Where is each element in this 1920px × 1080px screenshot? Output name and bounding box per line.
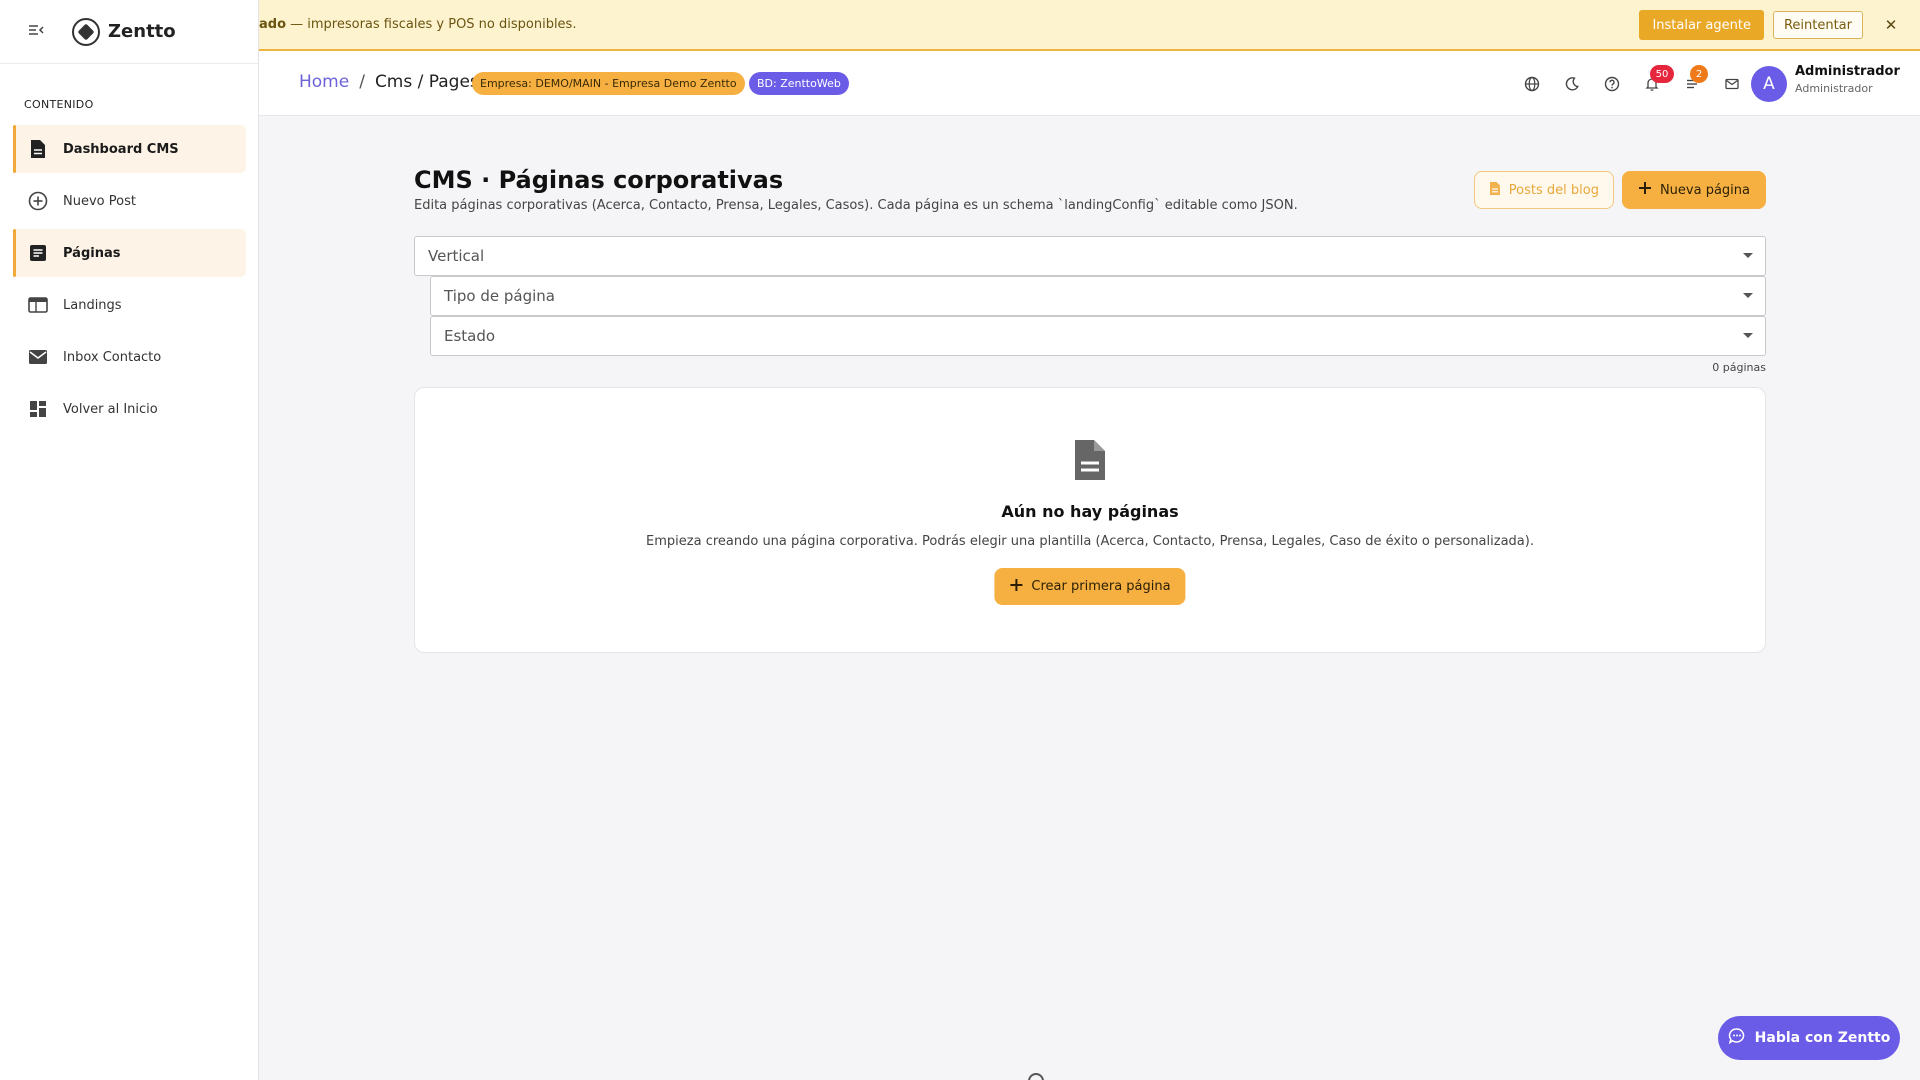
dropdown-arrow-icon	[1743, 253, 1753, 258]
sidebar-item-label: Páginas	[63, 245, 121, 261]
sidebar-item-paginas[interactable]: Páginas	[13, 229, 246, 277]
blog-posts-label: Posts del blog	[1508, 182, 1599, 198]
breadcrumb-current: Cms / Pages	[374, 72, 479, 92]
notifications-badge: 50	[1650, 65, 1674, 83]
alert-message-bold: ado	[259, 17, 287, 32]
breadcrumb: Home / Cms / Pages	[299, 72, 479, 92]
user-avatar[interactable]: A	[1751, 66, 1787, 102]
brand-name: Zentto	[108, 21, 176, 42]
retry-button[interactable]: Reintentar	[1772, 11, 1863, 39]
empty-state-subtitle: Empieza creando una página corporativa. …	[646, 534, 1534, 549]
sidebar-section-title: CONTENIDO	[24, 98, 94, 111]
status-select-label: Estado	[444, 327, 496, 345]
web-icon	[26, 297, 50, 313]
sidebar-item-label: Landings	[63, 297, 122, 313]
chat-button[interactable]: Habla con Zentto	[1718, 1016, 1900, 1060]
dark-mode-moon-icon[interactable]	[1552, 67, 1592, 101]
sidebar-item-label: Dashboard CMS	[63, 141, 179, 157]
breadcrumb-home-link[interactable]: Home	[299, 72, 349, 92]
tasks-badge: 2	[1690, 65, 1708, 83]
user-menu[interactable]: Administrador Administrador	[1795, 64, 1900, 95]
document-icon	[26, 139, 50, 159]
collapse-menu-icon[interactable]	[28, 24, 50, 40]
user-role: Administrador	[1795, 82, 1873, 95]
sidebar-item-volver-inicio[interactable]: Volver al Inicio	[13, 385, 246, 433]
document-icon	[1072, 438, 1108, 486]
close-alert-icon[interactable]: ✕	[1880, 16, 1902, 34]
new-page-button[interactable]: Nueva página	[1621, 171, 1766, 209]
sidebar-item-dashboard-cms[interactable]: Dashboard CMS	[13, 125, 246, 173]
sidebar-item-nuevo-post[interactable]: Nuevo Post	[13, 177, 246, 225]
plus-icon	[1009, 578, 1023, 596]
page-count: 0 páginas	[1712, 361, 1766, 374]
tasks-list-icon[interactable]: 2	[1672, 65, 1712, 101]
article-icon	[26, 244, 50, 262]
sidebar: Zentto CONTENIDO Dashboard CMS Nuevo Pos…	[0, 0, 259, 1080]
help-icon[interactable]	[1592, 67, 1632, 101]
database-chip[interactable]: BD: ZenttoWeb	[749, 72, 849, 95]
user-name: Administrador	[1795, 64, 1900, 79]
chat-bubble-icon	[1728, 1027, 1746, 1049]
dropdown-arrow-icon	[1743, 333, 1753, 338]
main-content: CMS · Páginas corporativas Edita páginas…	[414, 160, 1766, 653]
vertical-select[interactable]: Vertical	[414, 236, 1766, 276]
alert-message: ado — impresoras fiscales y POS no dispo…	[259, 17, 576, 32]
empty-state-card: Aún no hay páginas Empieza creando una p…	[414, 387, 1766, 653]
chat-button-label: Habla con Zentto	[1754, 1030, 1891, 1046]
install-agent-button[interactable]: Instalar agente	[1639, 10, 1764, 40]
sidebar-item-label: Nuevo Post	[63, 193, 136, 209]
alert-message-text: — impresoras fiscales y POS no disponibl…	[286, 17, 577, 32]
plus-circle-icon	[26, 191, 50, 211]
zentto-logo-icon	[72, 17, 100, 46]
company-chip[interactable]: Empresa: DEMO/MAIN - Empresa Demo Zentto	[472, 72, 745, 95]
document-icon	[1489, 181, 1501, 200]
breadcrumb-separator: /	[359, 72, 365, 92]
notifications-bell-icon[interactable]: 50	[1632, 65, 1674, 101]
sidebar-item-landings[interactable]: Landings	[13, 281, 246, 329]
blog-posts-button[interactable]: Posts del blog	[1473, 171, 1614, 209]
mail-icon[interactable]	[1712, 67, 1752, 101]
page-type-select-label: Tipo de página	[444, 287, 555, 305]
alert-bar: ado — impresoras fiscales y POS no dispo…	[259, 0, 1920, 51]
new-page-label: Nueva página	[1659, 182, 1750, 198]
status-select[interactable]: Estado	[430, 316, 1766, 356]
sidebar-item-label: Volver al Inicio	[63, 401, 158, 417]
top-header: Home / Cms / Pages Empresa: DEMO/MAIN - …	[259, 51, 1920, 116]
vertical-select-label: Vertical	[428, 247, 485, 265]
sidebar-item-inbox-contacto[interactable]: Inbox Contacto	[13, 333, 246, 381]
empty-state-title: Aún no hay páginas	[1001, 502, 1179, 521]
sidebar-item-label: Inbox Contacto	[63, 349, 162, 365]
page-type-select[interactable]: Tipo de página	[430, 276, 1766, 316]
dropdown-arrow-icon	[1743, 293, 1753, 298]
plus-icon	[1638, 181, 1652, 199]
mail-icon	[26, 349, 50, 365]
loading-spinner-icon	[1028, 1073, 1044, 1080]
dashboard-icon	[26, 400, 50, 418]
language-globe-icon[interactable]	[1512, 67, 1552, 101]
create-first-page-label: Crear primera página	[1031, 579, 1171, 594]
create-first-page-button[interactable]: Crear primera página	[994, 568, 1186, 605]
